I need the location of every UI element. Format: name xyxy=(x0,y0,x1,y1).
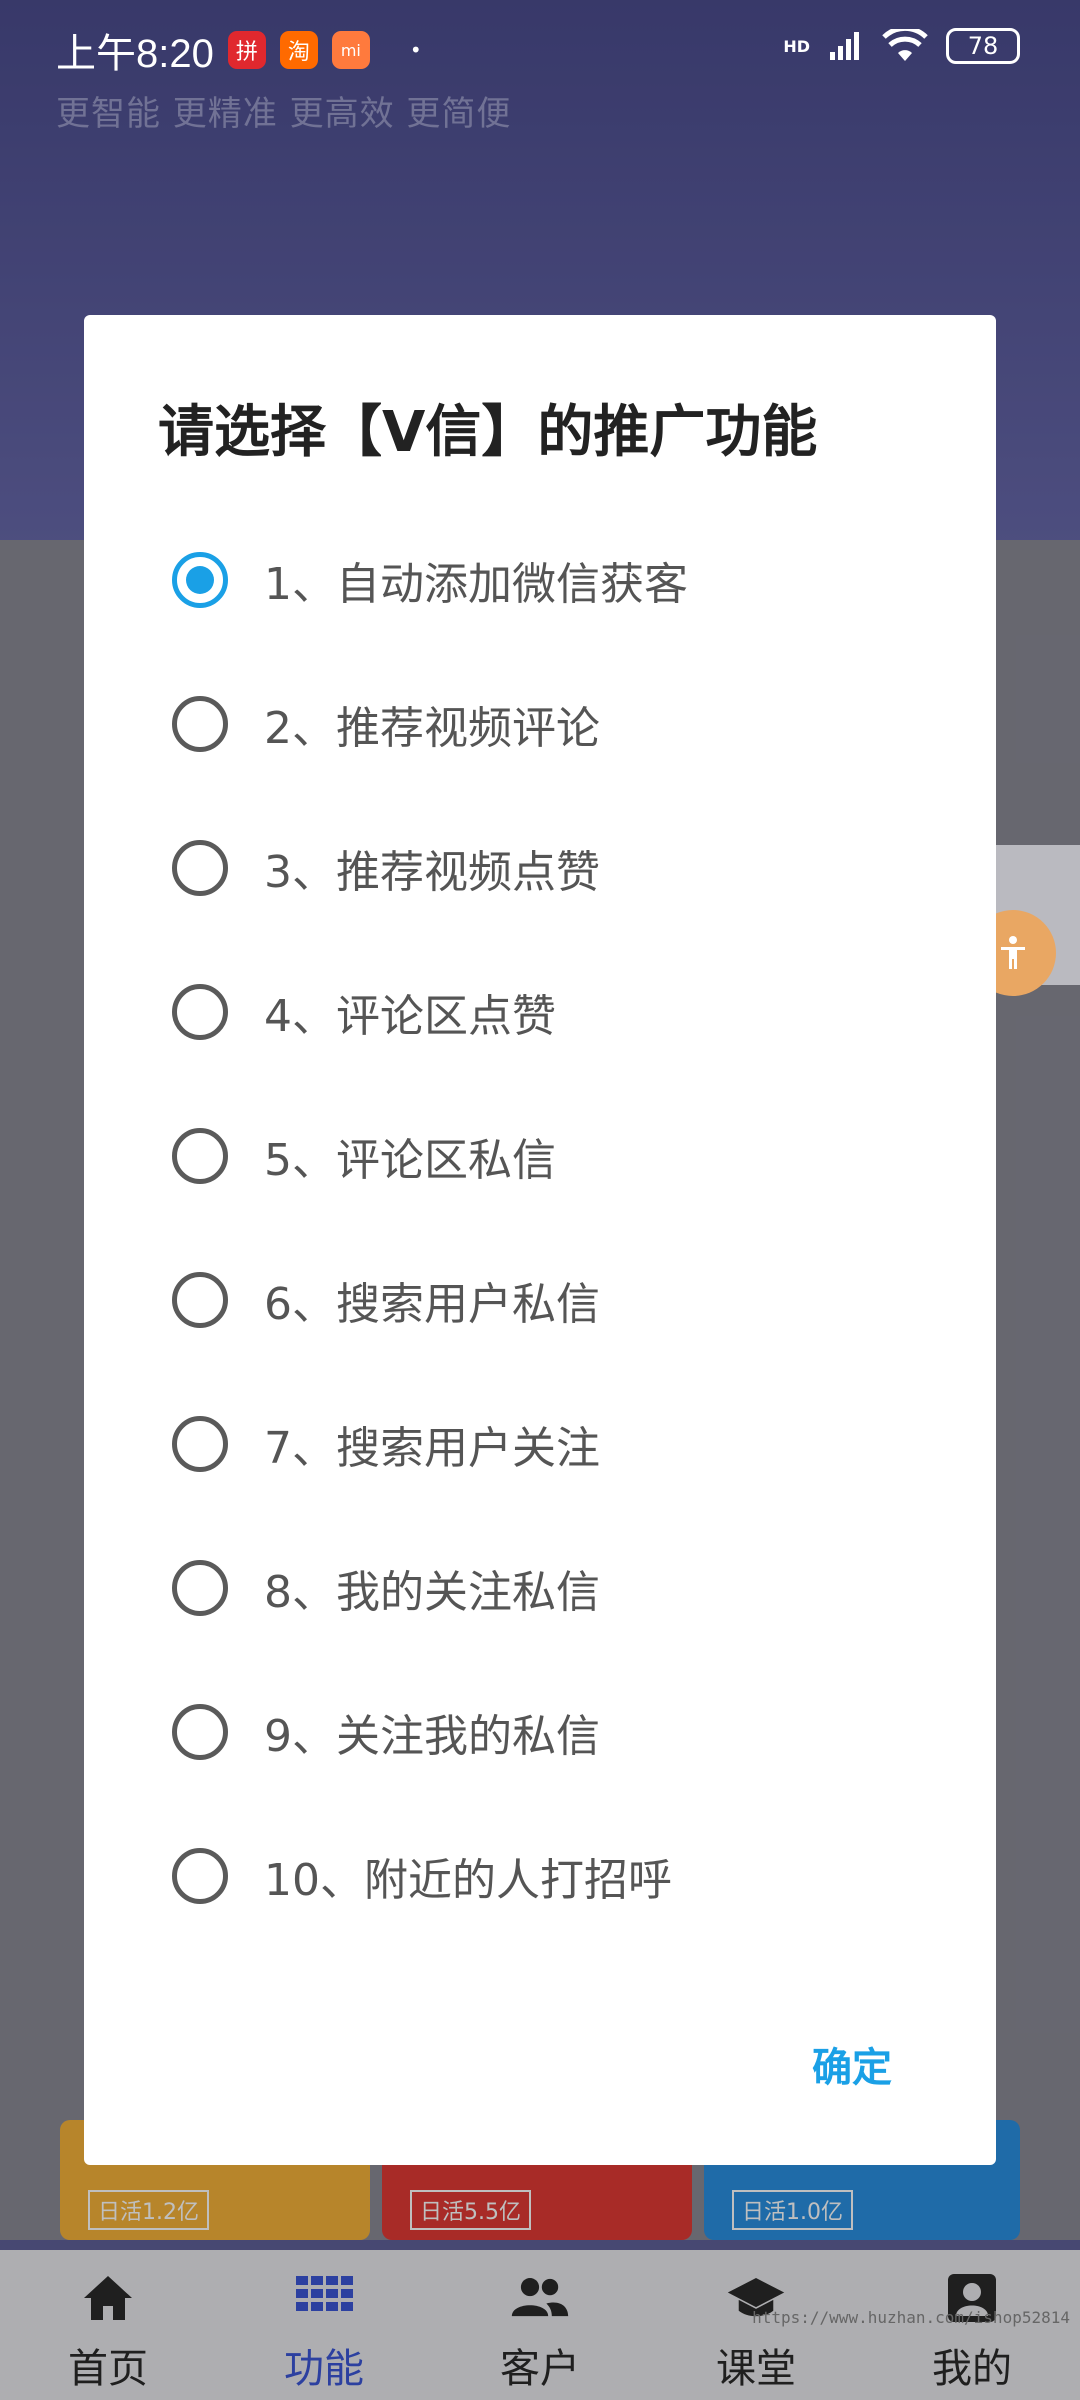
option-label: 2、推荐视频评论 xyxy=(264,703,600,754)
option-label: 9、关注我的私信 xyxy=(264,1711,600,1762)
option-label: 3、推荐视频点赞 xyxy=(264,847,600,898)
option-recommend-video-comment[interactable]: 2、推荐视频评论 xyxy=(172,679,932,769)
radio-button[interactable] xyxy=(172,696,228,752)
option-label: 6、搜索用户私信 xyxy=(264,1279,600,1330)
radio-button[interactable] xyxy=(172,552,228,608)
notification-dot: • xyxy=(409,38,422,62)
confirm-button[interactable]: 确定 xyxy=(812,2035,892,2093)
option-label: 5、评论区私信 xyxy=(264,1135,556,1186)
option-comment-like[interactable]: 4、评论区点赞 xyxy=(172,967,932,1057)
wifi-icon xyxy=(882,29,928,61)
pdd-app-icon: 拼 xyxy=(227,31,266,69)
radio-button[interactable] xyxy=(172,1560,228,1616)
option-label: 7、搜索用户关注 xyxy=(264,1423,600,1474)
option-label: 1、自动添加微信获客 xyxy=(264,559,688,610)
taobao-app-icon: 淘 xyxy=(279,31,318,69)
battery-level: 78 xyxy=(967,32,999,60)
radio-button[interactable] xyxy=(172,1272,228,1328)
watermark: https://www.huzhan.com/ishop52814 xyxy=(752,2308,1070,2327)
option-label: 4、评论区点赞 xyxy=(264,991,556,1042)
option-comment-dm[interactable]: 5、评论区私信 xyxy=(172,1111,932,1201)
option-label: 8、我的关注私信 xyxy=(264,1567,600,1618)
status-bar: 上午8:20 拼 淘 mi • HD 78 xyxy=(0,0,1080,100)
option-recommend-video-like[interactable]: 3、推荐视频点赞 xyxy=(172,823,932,913)
option-auto-add-wechat[interactable]: 1、自动添加微信获客 xyxy=(172,535,932,625)
mi-store-app-icon: mi xyxy=(331,31,370,69)
radio-button[interactable] xyxy=(172,1128,228,1184)
dialog-title: 请选择【V信】的推广功能 xyxy=(158,400,818,465)
option-followers-dm[interactable]: 9、关注我的私信 xyxy=(172,1687,932,1777)
radio-button[interactable] xyxy=(172,1704,228,1760)
radio-button[interactable] xyxy=(172,840,228,896)
status-time: 上午8:20 xyxy=(56,32,214,76)
option-search-user-follow[interactable]: 7、搜索用户关注 xyxy=(172,1399,932,1489)
radio-button[interactable] xyxy=(172,1416,228,1472)
promotion-feature-dialog: 请选择【V信】的推广功能 1、自动添加微信获客 2、推荐视频评论 3、推荐视频点… xyxy=(84,315,996,2165)
option-label: 10、附近的人打招呼 xyxy=(264,1855,672,1906)
radio-button[interactable] xyxy=(172,984,228,1040)
option-my-following-dm[interactable]: 8、我的关注私信 xyxy=(172,1543,932,1633)
radio-button[interactable] xyxy=(172,1848,228,1904)
signal-icon xyxy=(830,32,859,60)
option-search-user-dm[interactable]: 6、搜索用户私信 xyxy=(172,1255,932,1345)
network-type-label: HD xyxy=(783,36,810,56)
option-nearby-greet[interactable]: 10、附近的人打招呼 xyxy=(172,1831,932,1921)
battery-indicator: 78 xyxy=(946,28,1020,64)
